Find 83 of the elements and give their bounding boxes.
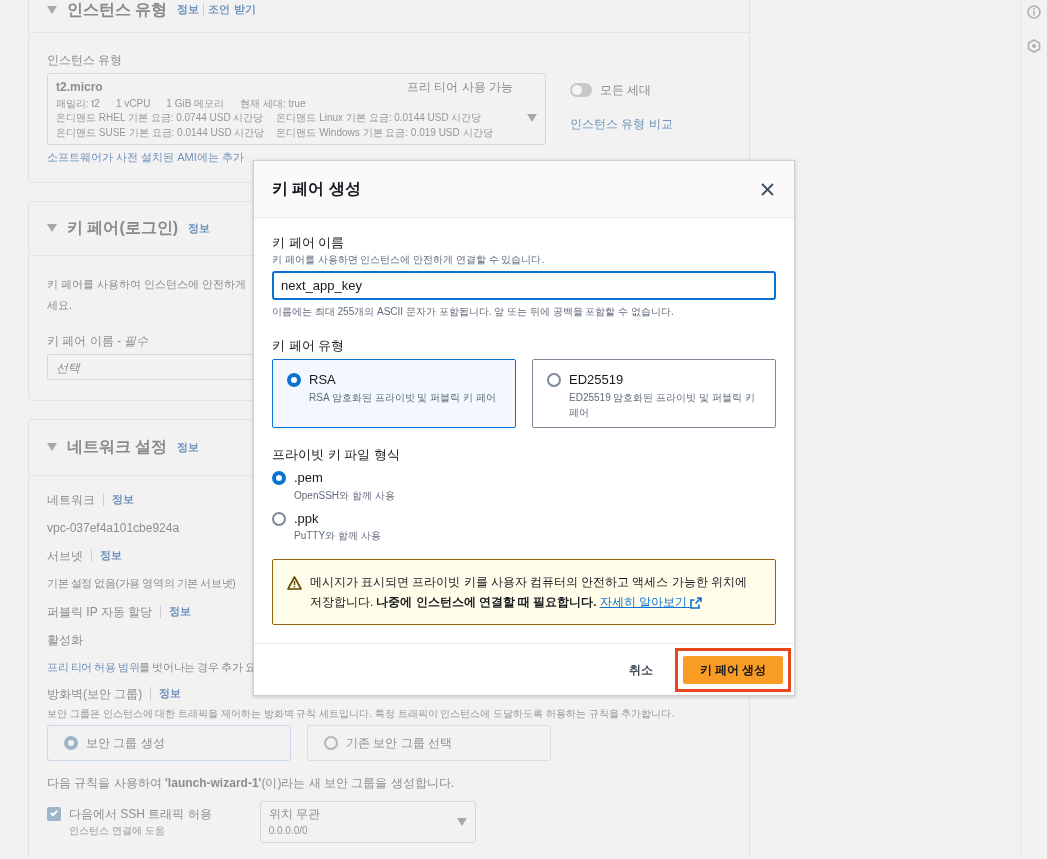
- checkbox[interactable]: [47, 806, 61, 821]
- spec-text: 패밀리: t2: [56, 97, 100, 111]
- learn-more-link[interactable]: 자세히 알아보기: [599, 596, 702, 609]
- key-type-tile[interactable]: RSA RSA 암호화된 프라이빗 및 퍼블릭 키 페어: [272, 359, 516, 428]
- description-text: 키 페어를 사용하여 인스턴스에 안전하게: [47, 276, 247, 292]
- warning-icon: [287, 576, 302, 590]
- option-description: RSA 암호화된 프라이빗 및 퍼블릭 키 페어: [309, 390, 496, 405]
- field-label: 프라이빗 키 파일 형식: [272, 446, 401, 464]
- field-label: 네트워크: [47, 491, 95, 509]
- security-group-option[interactable]: 기존 보안 그룹 선택: [307, 724, 551, 761]
- key-type-tile[interactable]: ED25519 ED25519 암호화된 프라이빗 및 퍼블릭 키 페어: [532, 359, 776, 428]
- field-label: 키 페어 이름: [272, 234, 346, 252]
- info-link[interactable]: 정보: [112, 491, 134, 508]
- source-select[interactable]: 위치 무관 0.0.0.0/0: [259, 800, 476, 843]
- checkbox-label: 다음에서 SSH 트래픽 허용: [69, 805, 212, 823]
- external-link-icon: [690, 597, 702, 610]
- option-description: OpenSSH와 함께 사용: [294, 488, 395, 503]
- alert-text: 메시지가 표시되면 프라이빗 키를 사용자 컴퓨터의 안전하고 액세스 가능한 위치에 저장합니다. 나중에 인스턴스에 연결할 때 필요합니다. 자세히 알아보기: [310, 575, 748, 612]
- price-text: 온디맨드 RHEL 기본 요금: 0.0744 USD 시간당: [56, 111, 265, 125]
- field-label: 방화벽(보안 그룹): [47, 685, 143, 703]
- field-description: 키 페어를 사용하면 인스턴스에 안전하게 연결할 수 있습니다.: [272, 253, 546, 267]
- field-value: 활성화: [47, 631, 83, 649]
- ami-note-link[interactable]: 소프트웨어가 사전 설치된 AMI에는 추가: [47, 149, 244, 166]
- cancel-button[interactable]: 취소: [623, 659, 659, 680]
- section-title: 키 페어(로그인): [67, 218, 179, 238]
- toggle-label: 모든 세대: [600, 82, 652, 99]
- hint-text: 인스턴스 연결에 도움: [69, 823, 165, 838]
- caret-icon: [527, 114, 537, 122]
- option-title: ED25519: [569, 371, 625, 389]
- rule-text: 다음 규칙을 사용하여 'launch-wizard-1'(이)라는 새 보안 그룹을 생성합니다.: [47, 774, 455, 792]
- select-detail: 0.0.0.0/0: [268, 824, 309, 838]
- info-icon[interactable]: [1027, 5, 1041, 19]
- caret-icon[interactable]: [47, 5, 57, 14]
- price-text: 온디맨드 SUSE 기본 요금: 0.0144 USD 시간당: [56, 125, 265, 140]
- option-description: ED25519 암호화된 프라이빗 및 퍼블릭 키 페어: [569, 390, 756, 420]
- dialog-title: 키 페어 생성: [272, 179, 361, 199]
- info-link[interactable]: 정보: [159, 685, 182, 702]
- close-button[interactable]: [759, 180, 776, 198]
- security-group-option[interactable]: 보안 그룹 생성: [47, 724, 291, 761]
- create-key-pair-button[interactable]: 키 페어 생성: [683, 655, 783, 684]
- caret-icon[interactable]: [47, 443, 57, 451]
- radio-button[interactable]: [272, 511, 286, 526]
- option-title: RSA: [309, 371, 337, 389]
- price-text: 온디맨드 Windows 기본 요금: 0.019 USD 시간당: [276, 125, 493, 140]
- toggle-switch[interactable]: [570, 83, 592, 97]
- field-label: 인스턴스 유형: [47, 52, 123, 69]
- section-title: 네트워크 설정: [67, 437, 168, 457]
- free-tier-label: 프리 티어 사용 가능: [407, 79, 513, 96]
- select-value: t2.micro: [56, 79, 103, 96]
- spec-text: 1 GiB 메모리: [166, 97, 225, 111]
- field-label: 키 페어 이름 - 필수: [47, 332, 149, 350]
- caret-icon[interactable]: [47, 224, 57, 232]
- description-text: 보안 그룹은 인스턴스에 대한 트래픽을 제어하는 방화벽 규칙 세트입니다. 특정 트래픽이 인스턴스에 도달하도록 허용하는 규칙을 추가합니다.: [47, 706, 675, 721]
- field-value: vpc-037ef4a101cbe924a: [47, 519, 180, 537]
- field-label: 키 페어 유형: [272, 337, 346, 355]
- field-value: 기본 설정 없음(가용 영역의 기본 서브넷): [47, 575, 236, 591]
- description-text: 세요.: [47, 297, 73, 313]
- spec-text: 현재 세대: true: [240, 97, 306, 111]
- option-title: .pem: [294, 469, 324, 487]
- select-value: 위치 무관: [268, 806, 321, 823]
- field-label: 퍼블릭 IP 자동 할당: [47, 603, 153, 621]
- instance-type-select[interactable]: t2.micro 프리 티어 사용 가능 패밀리: t2 1 vCPU 1 GiB 메모리 현재 세대: true 온디맨드 RHEL 기본 요금: 0.0744 USD 시간당 온디맨드 Linux 기본 요금: 0.0144 USD 시간당 온디맨드 SUSE 기본 요금: 0.0144 USD 시간당 온디맨드 Windows 기본 요금: 0.019 USD 시간당: [47, 73, 546, 145]
- info-link[interactable]: 정보: [188, 219, 211, 237]
- hexagon-icon[interactable]: [1027, 39, 1041, 53]
- field-label: 서브넷: [47, 547, 83, 565]
- info-link[interactable]: 정보: [177, 1, 200, 18]
- price-text: 온디맨드 Linux 기본 요금: 0.0144 USD 시간당: [276, 111, 483, 125]
- info-link[interactable]: 정보: [177, 438, 200, 456]
- constraint-text: 이름에는 최대 255개의 ASCII 문자가 포함됩니다. 앞 또는 뒤에 공백을 포함할 수 없습니다.: [272, 305, 675, 319]
- free-tier-link[interactable]: 프리 티어 허용 범위: [47, 660, 140, 673]
- radio-button[interactable]: [272, 471, 286, 485]
- section-title: 인스턴스 유형: [67, 0, 168, 20]
- caret-icon: [456, 817, 467, 826]
- info-link[interactable]: 정보: [100, 547, 122, 564]
- spec-text: 1 vCPU: [115, 97, 151, 111]
- name-input[interactable]: next_app_key: [272, 271, 776, 300]
- compare-link[interactable]: 인스턴스 유형 비교: [570, 115, 673, 133]
- option-description: PuTTY와 함께 사용: [294, 529, 381, 543]
- option-title: .ppk: [294, 509, 320, 528]
- radio-button[interactable]: [287, 373, 301, 387]
- info-link[interactable]: 조언 받기: [208, 1, 256, 18]
- info-link[interactable]: 정보: [169, 603, 192, 620]
- radio-button[interactable]: [547, 373, 561, 387]
